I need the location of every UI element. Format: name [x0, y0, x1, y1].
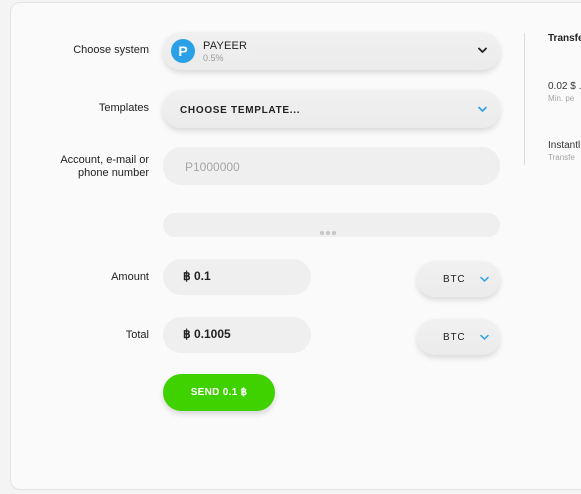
templates-select[interactable]: CHOOSE TEMPLATE... [163, 90, 500, 128]
amount-currency-select[interactable]: BTC [417, 261, 500, 297]
choose-system-label: Choose system [73, 44, 149, 56]
system-name: PAYEER [203, 40, 248, 52]
total-currency: BTC [443, 332, 466, 343]
system-fee: 0.5% [203, 53, 224, 63]
chevron-down-icon [480, 334, 489, 340]
loading-dots-icon [320, 222, 338, 240]
loading-placeholder [163, 213, 500, 237]
side-time-sub: Transfe [548, 153, 575, 162]
amount-input[interactable]: ฿ 0.1 [163, 259, 311, 295]
transfer-card [10, 2, 581, 490]
account-label: Account, e-mail or phone number [9, 154, 149, 180]
payeer-logo-icon: P [171, 39, 195, 63]
templates-label: Templates [98, 102, 149, 114]
side-divider [524, 33, 525, 165]
side-fee-sub: Min. pe [548, 94, 575, 103]
account-input[interactable]: P1000000 [163, 147, 500, 185]
account-label-line1: Account, e-mail or [60, 154, 149, 166]
chevron-down-icon [478, 106, 487, 112]
total-label: Total [125, 329, 149, 341]
amount-currency: BTC [443, 274, 466, 285]
side-fee-value: 0.02 $ . [548, 81, 581, 92]
amount-value: ฿ 0.1 [183, 269, 211, 283]
side-title: Transfe [548, 33, 581, 44]
send-button[interactable]: SEND 0.1 ฿ [163, 374, 275, 411]
chevron-down-icon [478, 47, 487, 53]
templates-value: CHOOSE TEMPLATE... [180, 105, 301, 116]
account-label-line2: phone number [78, 167, 149, 179]
account-placeholder: P1000000 [185, 160, 240, 174]
amount-label: Amount [111, 271, 149, 283]
payment-system-select[interactable]: P PAYEER 0.5% [163, 32, 500, 70]
total-input[interactable]: ฿ 0.1005 [163, 317, 311, 353]
total-value: ฿ 0.1005 [183, 327, 231, 341]
chevron-down-icon [480, 276, 489, 282]
side-time-value: Instantl [548, 140, 581, 151]
total-currency-select[interactable]: BTC [417, 319, 500, 355]
